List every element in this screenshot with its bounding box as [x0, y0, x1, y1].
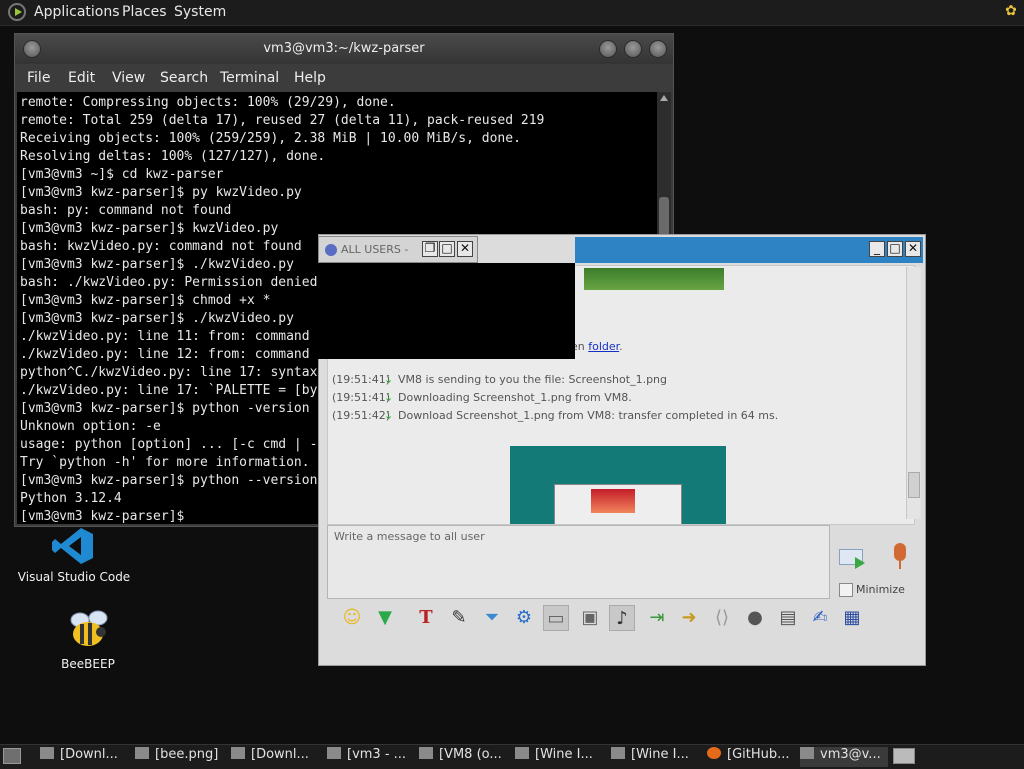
image-icon[interactable]: ▣: [577, 605, 603, 631]
scrollbar-thumb[interactable]: [908, 472, 920, 498]
terminal-menubar: File Edit View Search Terminal Help: [15, 64, 673, 92]
screenshot-preview-strip: [584, 268, 724, 290]
menu-view[interactable]: View: [112, 70, 145, 86]
image-icon: [135, 747, 149, 759]
download-icon: [231, 747, 245, 759]
beebeep-icon: [327, 747, 341, 759]
save-icon[interactable]: ▦: [839, 605, 865, 631]
close-icon[interactable]: ✕: [905, 241, 921, 257]
taskbar-item[interactable]: [VM8 (o...: [419, 747, 511, 767]
menu-edit[interactable]: Edit: [68, 70, 95, 86]
chat-message: (19:51:42)⇣ Download Screenshot_1.png fro…: [332, 409, 779, 422]
workspace-switcher[interactable]: [893, 748, 915, 764]
screenshot-thumbnail[interactable]: [510, 446, 726, 524]
menu-help[interactable]: Help: [294, 70, 326, 86]
wine-icon: [611, 747, 625, 759]
transfer-icon: ⇣: [384, 409, 394, 422]
menu-system[interactable]: System: [174, 4, 226, 20]
microphone-icon[interactable]: [889, 543, 911, 573]
restore-icon[interactable]: ❐: [422, 241, 438, 257]
desktop-icon-vscode[interactable]: Visual Studio Code: [10, 570, 138, 584]
folder-link[interactable]: folder: [588, 340, 619, 353]
menu-search[interactable]: Search: [160, 70, 208, 86]
minimize-label: Minimize: [856, 583, 905, 596]
desktop-icon-beebeep[interactable]: BeeBEEP: [24, 657, 152, 671]
top-panel: Applications Places System ✿: [0, 0, 1024, 26]
record-icon[interactable]: ●: [742, 605, 768, 631]
notes-icon[interactable]: ✍: [807, 605, 833, 631]
minimize-icon[interactable]: _: [869, 241, 885, 257]
all-users-title: ALL USERS -: [341, 243, 409, 256]
chat-message: (19:51:41)⇣ VM8 is sending to you the fil…: [332, 373, 668, 386]
taskbar-item[interactable]: [vm3 - ...: [327, 747, 415, 767]
transfer-icon: ⇣: [384, 373, 394, 386]
maximize-icon[interactable]: [624, 40, 642, 58]
terminal-overlap: [318, 263, 575, 359]
firefox-icon: [707, 747, 721, 759]
export-icon[interactable]: ⇥: [644, 605, 670, 631]
terminal-icon: [800, 747, 814, 759]
send-button[interactable]: [837, 543, 871, 569]
taskbar: [Downl... [bee.png] [Downl... [vm3 - ...…: [0, 744, 1024, 769]
code-icon[interactable]: ⟨⟩: [709, 605, 735, 631]
emoticon-icon[interactable]: ☺: [339, 605, 365, 631]
taskbar-item-active[interactable]: vm3@v...: [800, 747, 888, 767]
chat-toolbar: ☺ ▼ T ✎ ⏷ ⚙ ▭ ▣ ♪ ⇥ ➜ ⟨⟩ ● ▤ ✍ ▦: [327, 603, 917, 639]
taskbar-item[interactable]: [Downl...: [40, 747, 132, 767]
transfer-icon: ⇣: [384, 391, 394, 404]
taskbar-item[interactable]: [Downl...: [231, 747, 323, 767]
maximize-icon[interactable]: □: [887, 241, 903, 257]
send-folder-icon[interactable]: ➜: [676, 605, 702, 631]
menu-file[interactable]: File: [27, 70, 50, 86]
folder-icon: [40, 747, 54, 759]
send-arrow-icon: [855, 557, 865, 569]
minimize-checkbox[interactable]: [839, 583, 853, 597]
close-icon[interactable]: ✕: [457, 241, 473, 257]
arrow-down-icon[interactable]: ▼: [372, 605, 398, 631]
hide-icon[interactable]: ▭: [543, 605, 569, 631]
menu-applications[interactable]: Applications: [34, 4, 120, 20]
sunset-image: [591, 489, 635, 513]
close-icon[interactable]: [649, 40, 667, 58]
gnome-foot-icon[interactable]: [8, 3, 26, 21]
chat-scrollbar[interactable]: [906, 267, 921, 519]
minimize-icon[interactable]: [599, 40, 617, 58]
chat-message: (19:51:41)⇣ Downloading Screenshot_1.png …: [332, 391, 632, 404]
screenshot-icon[interactable]: ▤: [775, 605, 801, 631]
vm-icon: [419, 747, 433, 759]
font-icon[interactable]: T: [413, 605, 439, 631]
taskbar-item[interactable]: [bee.png]: [135, 747, 225, 767]
filter-icon[interactable]: ⏷: [479, 605, 505, 631]
menu-terminal[interactable]: Terminal: [220, 70, 279, 86]
taskbar-item[interactable]: [Wine I...: [611, 747, 703, 767]
all-users-window[interactable]: ALL USERS - ❐ □ ✕: [318, 236, 478, 263]
taskbar-item[interactable]: [Wine I...: [515, 747, 607, 767]
show-desktop-icon[interactable]: [3, 748, 21, 764]
scroll-up-icon[interactable]: [660, 95, 668, 101]
screenshot-window: [554, 484, 682, 524]
message-input[interactable]: Write a message to all user: [327, 525, 830, 599]
chat-titlebar[interactable]: _ □ ✕: [575, 237, 923, 263]
bee-icon[interactable]: [68, 610, 112, 650]
color-icon[interactable]: ✎: [446, 605, 472, 631]
users-icon: [325, 244, 337, 256]
maximize-icon[interactable]: □: [439, 241, 455, 257]
settings-icon[interactable]: ⚙: [511, 605, 537, 631]
vscode-icon[interactable]: [51, 526, 95, 566]
music-icon[interactable]: ♪: [609, 605, 635, 631]
menu-places[interactable]: Places: [122, 4, 167, 20]
taskbar-item[interactable]: [GitHub...: [707, 747, 799, 767]
beebeep-tray-icon[interactable]: ✿: [1002, 3, 1020, 21]
wine-icon: [515, 747, 529, 759]
terminal-title: vm3@vm3:~/kwz-parser: [263, 41, 425, 56]
terminal-titlebar[interactable]: vm3@vm3:~/kwz-parser: [15, 34, 673, 64]
